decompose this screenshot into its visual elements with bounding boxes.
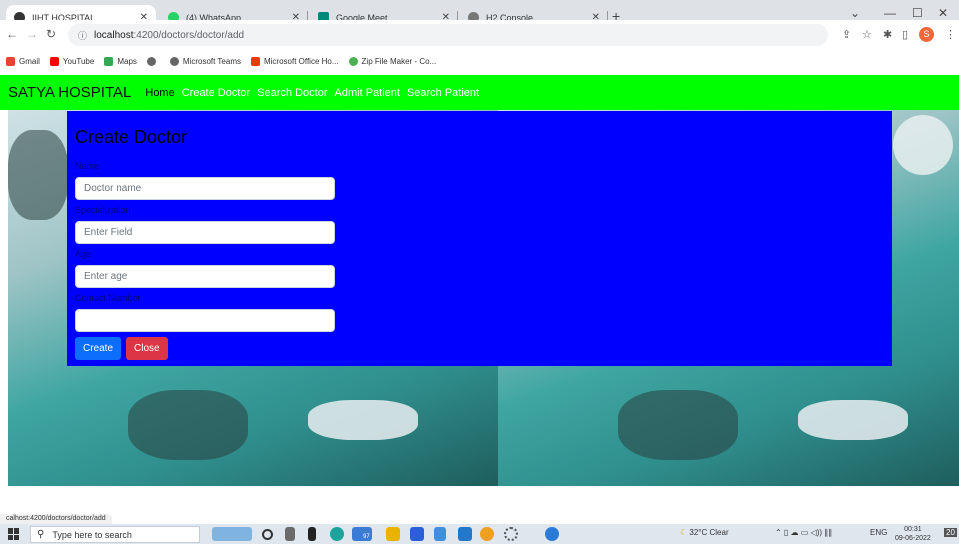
word-icon[interactable] xyxy=(410,527,424,541)
forward-icon[interactable]: → xyxy=(26,27,38,41)
moon-icon: ☾ xyxy=(680,528,690,537)
gmail-icon xyxy=(6,56,15,66)
clock[interactable]: 00:31 09-06-2022 xyxy=(895,525,931,543)
address-bar-row: ← → ↻ ⓘ localhost:4200/doctors/doctor/ad… xyxy=(0,20,959,52)
image-lamp xyxy=(893,115,953,175)
menu-icon[interactable]: ⋮ xyxy=(945,28,956,41)
url-host: localhost xyxy=(94,29,134,41)
settings-icon[interactable] xyxy=(504,527,518,541)
sidepanel-icon[interactable]: ▯ xyxy=(902,28,908,41)
zip-icon xyxy=(348,56,358,66)
profile-avatar[interactable]: S xyxy=(919,27,934,42)
taskbar-search[interactable]: ⚲ Type here to search xyxy=(30,526,200,543)
url-path: :4200/doctors/doctor/add xyxy=(133,29,245,41)
url-field[interactable]: ⓘ localhost:4200/doctors/doctor/add xyxy=(68,24,828,46)
search-placeholder: Type here to search xyxy=(52,529,132,540)
chrome-icon[interactable] xyxy=(480,527,494,541)
share-icon[interactable]: ⇪ xyxy=(842,28,851,41)
link-status-url: calhost:4200/doctors/doctor/add xyxy=(0,514,112,524)
star-icon[interactable]: ☆ xyxy=(862,28,872,41)
minimize-icon[interactable]: — xyxy=(884,6,896,20)
store-icon[interactable]: 97 xyxy=(352,527,372,541)
bookmark-label: Gmail xyxy=(19,56,40,66)
contact-input[interactable] xyxy=(75,309,335,332)
notification-badge[interactable]: 20 xyxy=(944,528,957,537)
image-shadow xyxy=(618,390,738,460)
image-shadow xyxy=(128,390,248,460)
specialization-input[interactable] xyxy=(75,221,335,244)
globe-icon xyxy=(146,56,156,66)
back-icon[interactable]: ← xyxy=(6,27,18,41)
extensions-icon[interactable]: ✱ xyxy=(883,28,892,41)
close-window-icon[interactable]: ✕ xyxy=(938,6,948,20)
tray-icons[interactable]: ⌃ ▯ ☁ ▭ ◁)) ∥∥ xyxy=(775,528,832,537)
windows-start-icon[interactable] xyxy=(8,528,20,540)
search-icon: ⚲ xyxy=(37,529,45,540)
name-input[interactable] xyxy=(75,177,335,200)
image-glove xyxy=(798,400,908,440)
app-icon[interactable] xyxy=(434,527,446,541)
weather-widget-icon[interactable] xyxy=(212,527,252,541)
help-icon[interactable] xyxy=(545,527,559,541)
bookmark-youtube[interactable]: YouTube xyxy=(49,56,95,66)
bookmark-zip[interactable]: Zip File Maker - Co... xyxy=(348,56,437,66)
age-label: Age xyxy=(75,249,92,259)
form-title: Create Doctor xyxy=(75,127,188,147)
image-glove xyxy=(308,400,418,440)
bookmarks-bar: Gmail YouTube Maps Microsoft Teams Micro… xyxy=(0,52,959,70)
close-button[interactable]: Close xyxy=(126,337,168,360)
nav-create-doctor[interactable]: Create Doctor xyxy=(182,87,250,99)
bookmark-label: Microsoft Office Ho... xyxy=(263,56,339,66)
age-input[interactable] xyxy=(75,265,335,288)
nav-search-patient[interactable]: Search Patient xyxy=(407,87,479,99)
image-shadow xyxy=(8,130,68,220)
maximize-icon[interactable]: ☐ xyxy=(912,6,923,20)
info-icon: ⓘ xyxy=(78,30,88,41)
task-view-icon[interactable] xyxy=(285,527,295,541)
bookmark-globe[interactable] xyxy=(146,56,160,66)
bookmark-label: YouTube xyxy=(62,56,95,66)
language-indicator[interactable]: ENG xyxy=(870,528,887,537)
weather-text[interactable]: ☾ 32°C Clear xyxy=(680,528,729,537)
bookmark-label: Maps xyxy=(117,56,137,66)
bookmark-maps[interactable]: Maps xyxy=(104,56,137,66)
lightning-icon[interactable] xyxy=(308,527,316,541)
cortana-icon[interactable] xyxy=(262,529,273,540)
app-navbar: SATYA HOSPITAL Home Create Doctor Search… xyxy=(0,75,959,110)
bookmark-label: Zip File Maker - Co... xyxy=(361,56,437,66)
clock-time: 00:31 xyxy=(904,526,922,533)
create-doctor-form: Create Doctor Name Specialization Age Co… xyxy=(67,111,892,366)
weather-label: 32°C Clear xyxy=(689,528,729,537)
edge-icon[interactable] xyxy=(330,527,344,541)
vscode-icon[interactable] xyxy=(458,527,472,541)
nav-admit-patient[interactable]: Admit Patient xyxy=(335,87,400,99)
maps-icon xyxy=(104,56,114,66)
clock-date: 09-06-2022 xyxy=(895,535,931,542)
nav-home[interactable]: Home xyxy=(145,87,174,99)
contact-label: Contact Number xyxy=(75,293,141,303)
brand-title[interactable]: SATYA HOSPITAL xyxy=(8,84,131,101)
bookmark-gmail[interactable]: Gmail xyxy=(6,56,40,66)
file-explorer-icon[interactable] xyxy=(386,527,400,541)
nav-search-doctor[interactable]: Search Doctor xyxy=(257,87,327,99)
specialization-label: Specialization xyxy=(75,205,131,215)
bookmark-teams[interactable]: Microsoft Teams xyxy=(169,56,241,66)
taskbar: ⚲ Type here to search 97 ☾ 32°C Clear ⌃ … xyxy=(0,524,959,544)
bookmark-label: Microsoft Teams xyxy=(182,56,241,66)
create-button[interactable]: Create xyxy=(75,337,122,360)
globe-icon xyxy=(169,56,179,66)
reload-icon[interactable]: ↻ xyxy=(46,27,56,41)
name-label: Name xyxy=(75,161,100,171)
bookmark-office[interactable]: Microsoft Office Ho... xyxy=(250,56,339,66)
youtube-icon xyxy=(49,56,59,66)
chevron-down-icon[interactable]: ⌄ xyxy=(850,6,860,20)
store-badge: 97 xyxy=(363,534,370,540)
office-icon xyxy=(250,56,260,66)
